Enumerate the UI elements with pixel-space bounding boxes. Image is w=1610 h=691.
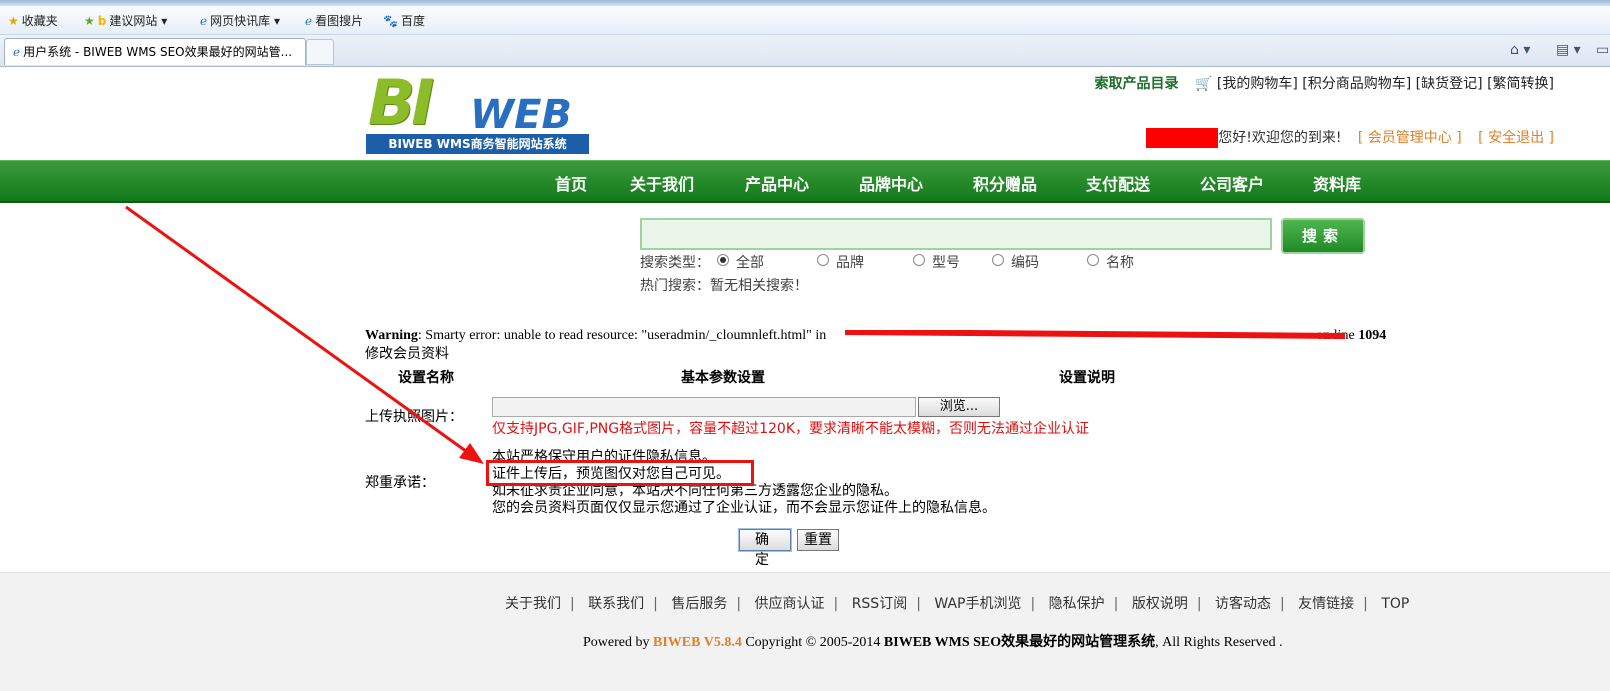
welcome-text: 您好!欢迎您的到来!: [1218, 130, 1342, 146]
option-brand-label: 品牌: [836, 255, 864, 271]
tab-bar: ℯ 用户系统 - BIWEB WMS SEO效果最好的网站管... ⌂ ▾ ▤ ▾…: [0, 35, 1610, 67]
main-nav: 首页 关于我们 产品中心 品牌中心 积分赠品 支付配送 公司客户 资料库: [0, 160, 1610, 203]
form-title: 修改会员资料: [365, 346, 449, 362]
footer-link-top[interactable]: TOP: [1381, 596, 1409, 612]
nav-library[interactable]: 资料库: [1313, 171, 1361, 195]
favorites-button[interactable]: ★ 收藏夹: [8, 12, 58, 29]
tab-title: 用户系统 - BIWEB WMS SEO效果最好的网站管...: [23, 45, 293, 59]
option-code-label: 编码: [1011, 255, 1039, 271]
footer: 关于我们 | 联系我们 | 售后服务 | 供应商认证 | RSS订阅 | WAP手机浏览 |…: [0, 572, 1610, 691]
footer-link-contact[interactable]: 联系我们: [588, 596, 644, 612]
suggested-sites-button[interactable]: ★ b 建议网站 ▾: [84, 12, 167, 29]
option-all-label: 全部: [736, 255, 764, 271]
convert-link[interactable]: [繁简转换]: [1487, 76, 1554, 92]
header-setting-name: 设置名称: [398, 370, 454, 386]
nav-brands[interactable]: 品牌中心: [859, 171, 923, 195]
hot-searches: 热门搜索：暂无相关搜索！: [640, 278, 808, 294]
footer-link-about[interactable]: 关于我们: [505, 596, 561, 612]
baidu-link[interactable]: 🐾 百度: [383, 12, 425, 29]
stockout-link[interactable]: [缺货登记]: [1416, 76, 1483, 92]
star-icon: ★: [8, 14, 19, 28]
catalog-link[interactable]: 索取产品目录: [1095, 76, 1179, 92]
ie-icon: ℯ: [13, 45, 21, 59]
member-center-link[interactable]: [ 会员管理中心 ]: [1358, 130, 1462, 146]
option-name-label: 名称: [1106, 255, 1134, 271]
cart-icon: 🛒: [1195, 76, 1213, 92]
redacted-path-scribble: [845, 330, 1345, 339]
nav-payment[interactable]: 支付配送: [1086, 171, 1150, 195]
bing-icon: b: [97, 14, 107, 28]
footer-link-visitors[interactable]: 访客动态: [1215, 596, 1271, 612]
footer-link-rss[interactable]: RSS订阅: [852, 596, 908, 612]
header-description: 设置说明: [1059, 370, 1115, 386]
footer-link-supplier[interactable]: 供应商认证: [755, 596, 825, 612]
annotation-highlight-box: [486, 460, 754, 486]
radio-all[interactable]: [717, 254, 729, 266]
search-type-label: 搜索类型：: [640, 255, 710, 271]
footer-link-friends[interactable]: 友情链接: [1298, 596, 1354, 612]
footer-link-aftersales[interactable]: 售后服务: [671, 596, 727, 612]
brand-version-link[interactable]: BIWEB V5.8.4: [653, 635, 742, 650]
search-type-row: 搜索类型： 全部 品牌 型号 编码 名称: [640, 252, 1140, 271]
file-path-input[interactable]: [492, 397, 916, 417]
redacted-username: [1146, 128, 1219, 148]
nav-gifts[interactable]: 积分赠品: [973, 171, 1037, 195]
image-search-link[interactable]: ℯ 看图搜片: [305, 12, 363, 29]
nav-about[interactable]: 关于我们: [630, 171, 694, 195]
welcome-bar: 您好!欢迎您的到来! [ 会员管理中心 ] [ 安全退出 ]: [1146, 127, 1554, 148]
logo-tagline: BIWEB WMS商务智能网站系统: [366, 134, 589, 154]
baidu-paw-icon: 🐾: [383, 14, 398, 28]
site-logo[interactable]: BI WEB BIWEB WMS商务智能网站系统: [366, 66, 591, 156]
promise-line: 您的会员资料页面仅仅显示您通过了企业认证，而不会显示您证件上的隐私信息。: [492, 500, 996, 516]
home-icon[interactable]: ⌂ ▾: [1510, 42, 1530, 58]
radio-name[interactable]: [1087, 254, 1099, 266]
new-tab-button[interactable]: [306, 39, 334, 65]
nav-products[interactable]: 产品中心: [745, 171, 809, 195]
favorites-bar: ★ 收藏夹 ★ b 建议网站 ▾ ℯ 网页快讯库 ▾ ℯ 看图搜片 🐾 百度: [0, 6, 1610, 35]
promise-label: 郑重承诺：: [365, 475, 435, 491]
nav-clients[interactable]: 公司客户: [1200, 171, 1264, 195]
points-cart-link[interactable]: [积分商品购物车]: [1302, 76, 1411, 92]
header-basic-params: 基本参数设置: [681, 370, 765, 386]
search-button[interactable]: 搜索: [1281, 218, 1365, 254]
radio-model[interactable]: [913, 254, 925, 266]
nav-home[interactable]: 首页: [555, 171, 587, 195]
upload-license-label: 上传执照图片：: [365, 409, 463, 425]
star-add-icon: ★: [84, 14, 95, 28]
confirm-button[interactable]: 确 定: [739, 529, 791, 568]
search-input[interactable]: [640, 218, 1272, 250]
footer-links: 关于我们 | 联系我们 | 售后服务 | 供应商认证 | RSS订阅 | WAP手机浏览 |…: [505, 596, 1410, 612]
footer-link-privacy[interactable]: 隐私保护: [1049, 596, 1105, 612]
print-icon[interactable]: ▭: [1596, 42, 1609, 58]
radio-code[interactable]: [992, 254, 1004, 266]
footer-link-copyright[interactable]: 版权说明: [1132, 596, 1188, 612]
my-cart-link[interactable]: [我的购物车]: [1217, 76, 1298, 92]
logout-link[interactable]: [ 安全退出 ]: [1478, 130, 1554, 146]
footer-link-wap[interactable]: WAP手机浏览: [934, 596, 1021, 612]
tab-active[interactable]: ℯ 用户系统 - BIWEB WMS SEO效果最好的网站管...: [4, 38, 306, 65]
ie-icon: ℯ: [200, 14, 208, 28]
copyright-line: Powered by BIWEB V5.8.4 Copyright © 2005…: [583, 635, 1283, 650]
option-model-label: 型号: [932, 255, 960, 271]
reset-button[interactable]: 重置: [797, 529, 839, 551]
radio-brand[interactable]: [817, 254, 829, 266]
browse-button[interactable]: 浏览...: [918, 397, 1000, 417]
rss-feed-icon[interactable]: ▤ ▾: [1556, 42, 1581, 58]
top-links: 索取产品目录 🛒 [我的购物车] [积分商品购物车] [缺货登记] [繁简转换]: [1095, 73, 1554, 93]
ie-icon: ℯ: [305, 14, 313, 28]
upload-hint: 仅支持JPG,GIF,PNG格式图片，容量不超过120K，要求清晰不能太模糊，否…: [492, 421, 1090, 437]
web-slice-gallery-button[interactable]: ℯ 网页快讯库 ▾: [200, 12, 280, 29]
